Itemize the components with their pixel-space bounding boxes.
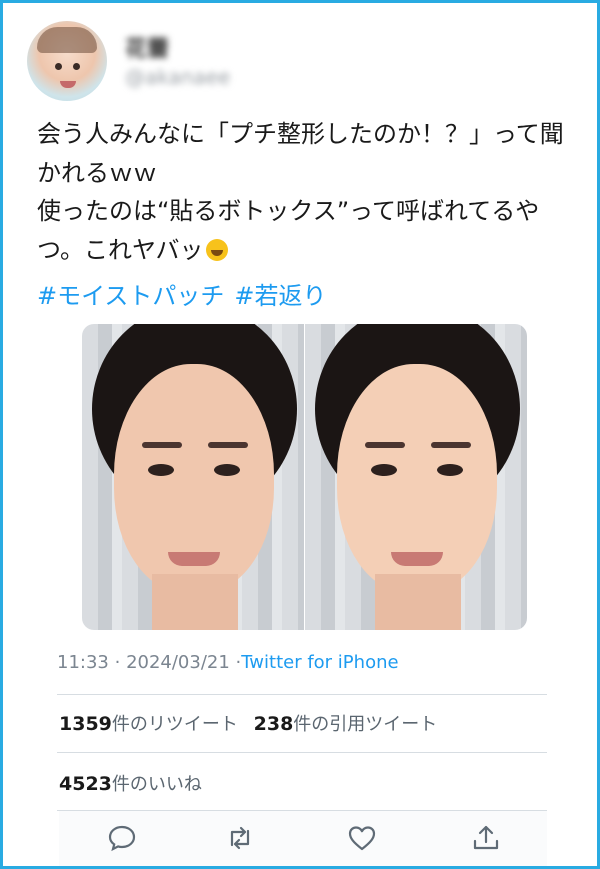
retweet-stats: 1359件のリツイート 238件の引用ツイート (59, 710, 437, 736)
likes-label: 件のいいね (111, 774, 202, 795)
like-icon[interactable] (347, 823, 377, 853)
photo-neck (375, 574, 461, 630)
retweet-icon[interactable] (225, 823, 255, 853)
tweet-time[interactable]: 11:33 (57, 652, 109, 673)
tweet-card: 花蕾 @akanaee 会う人みんなに「プチ整形したのか！？」って聞かれるｗｗ … (0, 0, 600, 869)
user-name[interactable]: 花蕾 (125, 31, 169, 63)
photo-eye-right (214, 464, 240, 476)
reply-icon[interactable] (107, 823, 137, 853)
avatar-mouth (60, 81, 76, 88)
tweet-text: 会う人みんなに「プチ整形したのか！？」って聞かれるｗｗ 使ったのは“貼るボトック… (37, 120, 564, 264)
tweet-media[interactable] (82, 324, 527, 630)
user-handle[interactable]: @akanaee (125, 65, 230, 89)
tweet-body: 会う人みんなに「プチ整形したのか！？」って聞かれるｗｗ 使ったのは“貼るボトック… (37, 115, 582, 269)
photo-brow-right (431, 442, 471, 448)
retweets-link[interactable]: 1359件のリツイート (59, 713, 238, 735)
divider (57, 752, 547, 753)
laughing-emoji-icon (205, 238, 228, 261)
photo-lips (391, 552, 443, 566)
avatar-eye-left (55, 63, 62, 70)
photo-lips (168, 552, 220, 566)
likes-stats[interactable]: 4523件のいいね (59, 770, 202, 796)
before-photo[interactable] (82, 324, 304, 630)
photo-eye-left (371, 464, 397, 476)
hashtag-link[interactable]: #モイストパッチ (37, 282, 224, 310)
quotes-count: 238 (253, 713, 294, 735)
action-bar (59, 811, 547, 866)
photo-neck (152, 574, 238, 630)
share-icon[interactable] (471, 823, 501, 853)
photo-eye-right (437, 464, 463, 476)
tweet-client-link[interactable]: Twitter for iPhone (241, 652, 398, 673)
photo-brow-left (365, 442, 405, 448)
tweet-meta: 11:33 · 2024/03/21 ·Twitter for iPhone (57, 652, 399, 673)
separator-dot: · (114, 652, 127, 673)
retweets-count: 1359 (59, 713, 112, 735)
divider (57, 694, 547, 695)
photo-brow-right (208, 442, 248, 448)
after-photo[interactable] (305, 324, 527, 630)
quotes-link[interactable]: 238件の引用ツイート (253, 713, 438, 735)
hashtag-link[interactable]: #若返り (234, 282, 326, 310)
tweet-date[interactable]: 2024/03/21 (126, 652, 230, 673)
quotes-label: 件の引用ツイート (293, 714, 438, 735)
avatar-eye-right (73, 63, 80, 70)
likes-count: 4523 (59, 773, 112, 795)
retweets-label: 件のリツイート (111, 714, 238, 735)
photo-brow-left (142, 442, 182, 448)
avatar[interactable] (27, 21, 107, 101)
avatar-hair (37, 27, 97, 53)
photo-eye-left (148, 464, 174, 476)
hashtags: #モイストパッチ #若返り (37, 276, 337, 311)
